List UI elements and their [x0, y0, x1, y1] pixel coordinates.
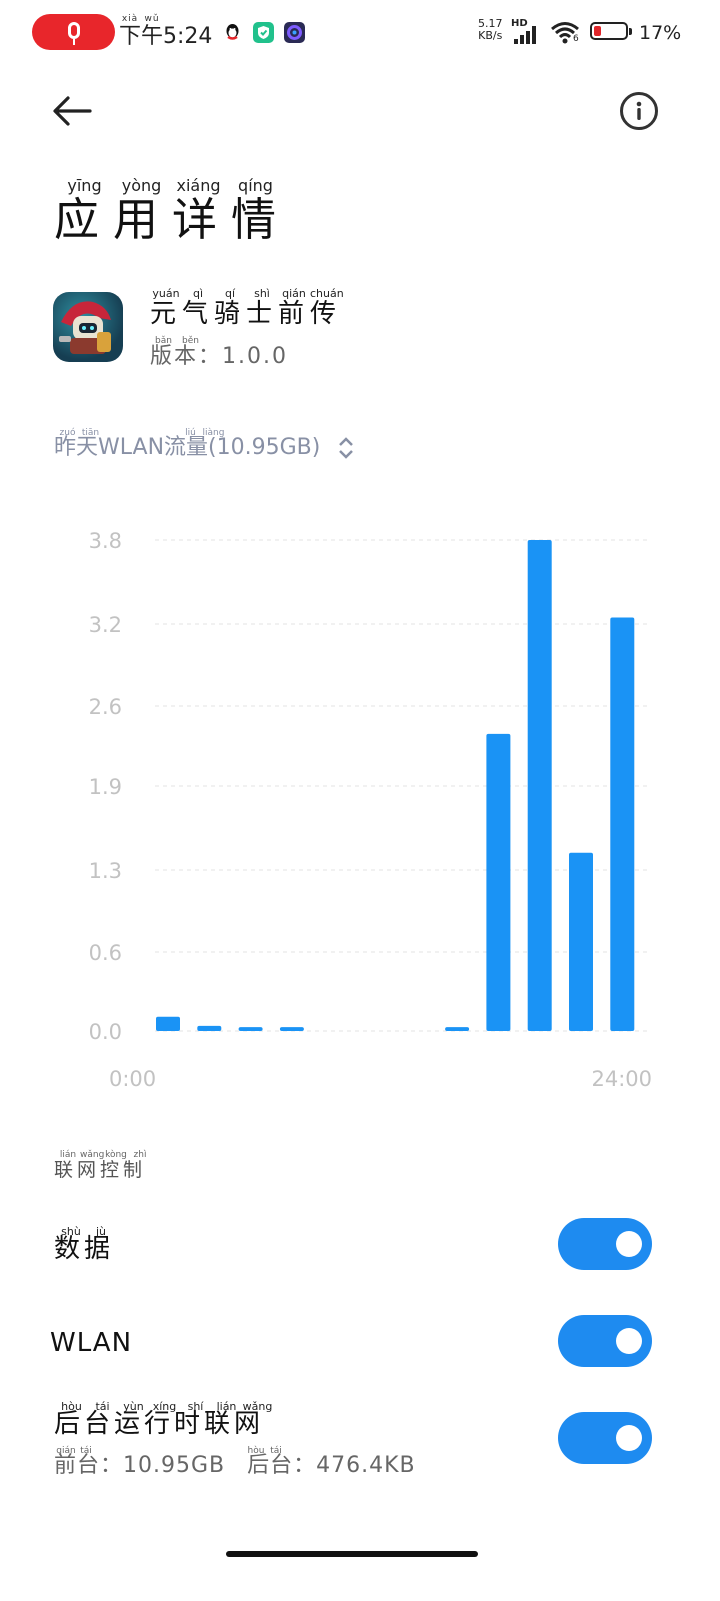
setting-row-background-network[interactable]: hòu tái yùn xíng shí lián wǎng 后台运行时联网 q… [0, 1396, 720, 1486]
y-tick-label: 0.6 [89, 941, 122, 965]
battery-percent: 17% [639, 22, 682, 44]
time-label: 下午5:24 [119, 24, 213, 49]
usage-bar [156, 1016, 180, 1031]
back-arrow-icon [53, 96, 92, 126]
usage-period-selector[interactable]: 昨天WLAN流量(10.95GB) [54, 434, 354, 462]
usage-bar [610, 617, 635, 1031]
x-end-label: 24:00 [591, 1067, 652, 1091]
setting-row-data[interactable]: shù jù 数据 [0, 1210, 720, 1280]
toggle-knob [616, 1425, 642, 1451]
app-name: 元气骑士前传 [150, 299, 343, 329]
home-indicator[interactable] [226, 1551, 478, 1557]
back-button[interactable] [50, 93, 94, 129]
voice-recording-indicator[interactable] [32, 14, 115, 50]
qq-icon [222, 22, 243, 43]
info-icon [636, 101, 642, 120]
microphone-icon [67, 21, 80, 45]
network-speed: 5.17 KB/s [478, 17, 503, 42]
cell-signal-icon [514, 26, 542, 44]
y-tick-label: 1.3 [89, 859, 122, 883]
row-background-label: 后台运行时联网 [54, 1409, 265, 1439]
wifi-icon: 6 [550, 20, 584, 46]
section-title-network-control: 联网控制 [54, 1159, 147, 1181]
toggle-data[interactable] [558, 1218, 652, 1270]
foreground-traffic: 前台：10.95GB 后台：476.4KB [54, 1453, 416, 1478]
app-version: 版本：1.0.0 [150, 344, 288, 369]
battery-icon [590, 22, 632, 40]
wlan-usage-chart: 3.8 3.2 2.6 1.9 1.3 0.6 0.0 0:00 24:00 [89, 529, 652, 1091]
usage-bar [238, 1027, 263, 1031]
usage-selector-label: 昨天WLAN流量(10.95GB) [54, 435, 321, 460]
toggle-knob [616, 1231, 642, 1257]
toggle-knob [616, 1328, 642, 1354]
y-tick-label: 3.2 [89, 613, 122, 637]
expand-collapse-icon [339, 437, 354, 459]
app-icon [53, 292, 123, 362]
usage-bar [486, 733, 511, 1031]
usage-bar [569, 852, 593, 1031]
row-data-label: 数据 [54, 1234, 115, 1264]
y-tick-label: 1.9 [89, 775, 122, 799]
media-app-icon [284, 22, 305, 43]
usage-bar [445, 1027, 470, 1031]
setting-row-wlan[interactable]: WLAN [0, 1308, 720, 1378]
status-time: xià wǔ 下午5:24 [119, 14, 212, 54]
y-tick-label: 0.0 [89, 1020, 122, 1044]
time-pinyin: xià wǔ [121, 14, 160, 24]
page-title: 应用详情 [54, 193, 291, 246]
usage-bar [527, 540, 552, 1031]
background-traffic: 后台：476.4KB [247, 1453, 416, 1478]
info-button[interactable] [620, 92, 658, 130]
toggle-background-network[interactable] [558, 1412, 652, 1464]
x-start-label: 0:00 [109, 1067, 156, 1091]
usage-bar [279, 1027, 304, 1031]
security-shield-icon [253, 22, 274, 43]
row-wlan-label: WLAN [50, 1328, 133, 1358]
y-tick-label: 2.6 [89, 695, 122, 719]
toggle-wlan[interactable] [558, 1315, 652, 1367]
usage-bar [197, 1025, 222, 1031]
y-tick-label: 3.8 [89, 529, 122, 553]
